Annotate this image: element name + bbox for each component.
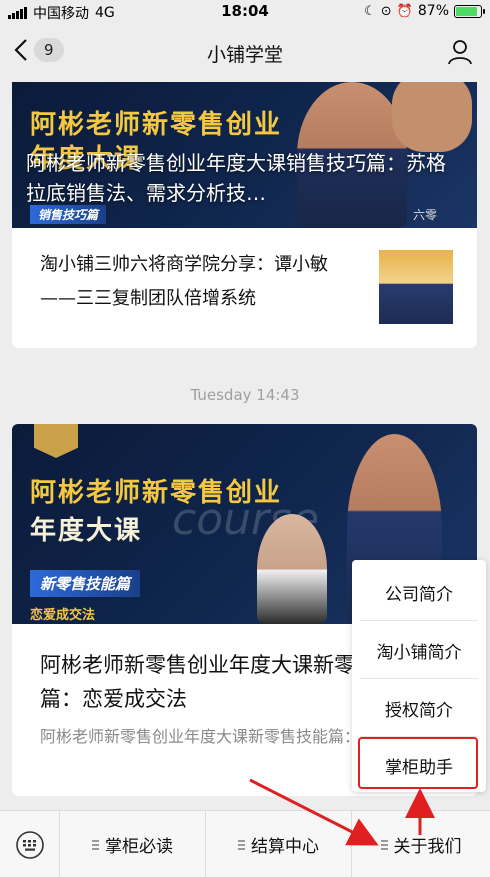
moon-icon: ☾	[364, 3, 376, 19]
sub-article-title: 淘小铺三帅六将商学院分享：谭小敏——三三复制团队倍增系统	[40, 254, 328, 309]
person-icon	[448, 40, 472, 65]
profile-button[interactable]	[446, 38, 474, 70]
speaker-photo-2	[257, 514, 327, 624]
menu-item-label: 掌柜必读	[105, 837, 173, 857]
submenu-lines-icon	[92, 839, 99, 850]
page-title: 小铺学堂	[206, 44, 283, 66]
banner-headline-2: 年度大课	[30, 516, 143, 546]
rotation-lock-icon: ⊙	[380, 3, 392, 19]
battery-percent: 87%	[417, 3, 449, 19]
banner-tag: 新零售技能篇	[30, 570, 141, 597]
bottom-menu-bar: 掌柜必读 结算中心 关于我们	[0, 810, 490, 877]
speaker-hand	[392, 82, 472, 152]
menu-item-must-read[interactable]: 掌柜必读	[60, 811, 206, 877]
status-right: ☾ ⊙ ⏰ 87%	[364, 3, 485, 19]
banner-tag: 销售技巧篇	[30, 205, 107, 224]
keyboard-toggle-button[interactable]	[0, 811, 60, 877]
logo-seal	[34, 424, 78, 458]
sub-article-thumbnail	[379, 250, 453, 324]
article-title: 阿彬老师新零售创业年度大课销售技巧篇：苏格拉底销售法、需求分析技…	[26, 151, 446, 205]
article-card[interactable]: 阿彬老师新零售创业 年度大课 阿彬老师新零售创业年度大课销售技巧篇：苏格拉底销售…	[12, 82, 477, 348]
status-bar: 中国移动 4G 18:04 ☾ ⊙ ⏰ 87%	[0, 0, 490, 24]
nav-bar: 9 小铺学堂	[0, 24, 490, 82]
submenu-item-taoxiaopu-intro[interactable]: 淘小铺简介	[360, 622, 478, 679]
message-timestamp: Tuesday 14:43	[190, 386, 300, 404]
banner-subtitle: 恋爱成交法	[30, 608, 96, 623]
submenu-item-company-intro[interactable]: 公司简介	[360, 564, 478, 621]
submenu-item-authorization-intro[interactable]: 授权简介	[360, 680, 478, 737]
menu-item-label: 关于我们	[393, 837, 462, 857]
keyboard-icon	[15, 830, 44, 859]
battery-icon	[454, 4, 485, 18]
submenu-lines-icon	[238, 839, 245, 850]
alarm-icon: ⏰	[396, 3, 413, 19]
sub-article-row[interactable]: 淘小铺三帅六将商学院分享：谭小敏——三三复制团队倍增系统	[12, 228, 477, 338]
article-banner: 阿彬老师新零售创业 年度大课 阿彬老师新零售创业年度大课销售技巧篇：苏格拉底销售…	[12, 82, 477, 228]
highlight-box	[358, 737, 478, 789]
banner-corner-text: 六零	[412, 208, 437, 222]
submenu-lines-icon	[380, 839, 388, 850]
menu-item-about-us[interactable]: 关于我们	[352, 811, 490, 877]
menu-item-label: 结算中心	[251, 837, 319, 857]
menu-item-settlement[interactable]: 结算中心	[206, 811, 352, 877]
banner-headline: 阿彬老师新零售创业	[30, 110, 283, 140]
